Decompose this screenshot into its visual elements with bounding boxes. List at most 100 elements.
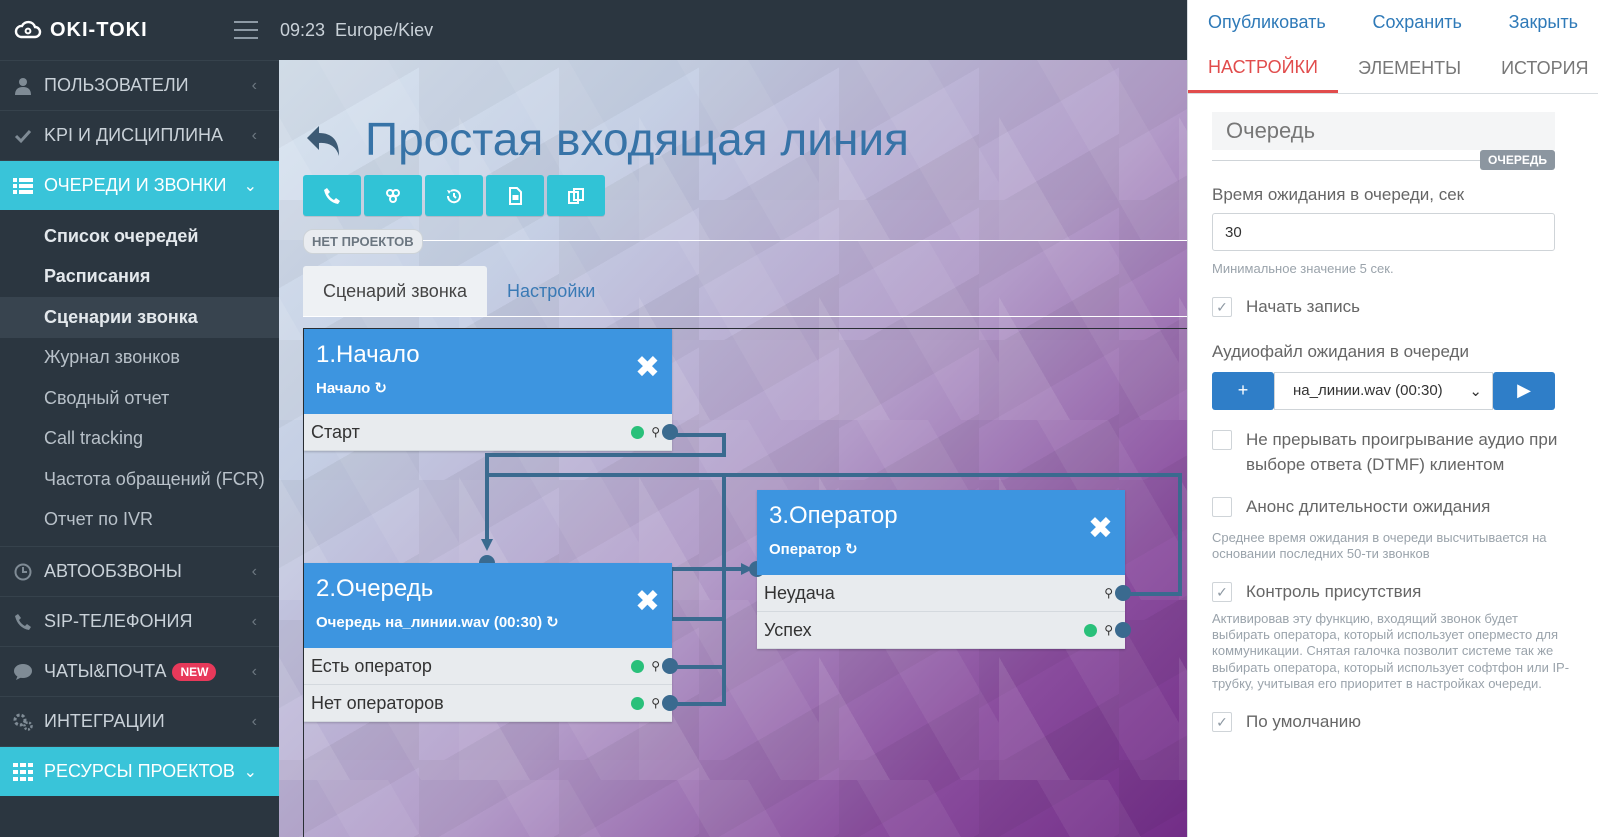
status-dot-icon: [631, 425, 644, 439]
announce-hint: Среднее время ожидания в очереди высчиты…: [1212, 529, 1547, 562]
panel-body: Очередь ОЧЕРЕДЬ Время ожидания в очереди…: [1188, 94, 1598, 735]
wait-time-label: Время ожидания в очереди, сек: [1212, 185, 1465, 204]
output-port[interactable]: [1115, 585, 1131, 601]
sidebar-item-kpi[interactable]: KPI И ДИСЦИПЛИНА ‹: [0, 110, 279, 160]
sidebar-subitem-summary-report[interactable]: Сводный отчет: [0, 378, 279, 419]
link-icon[interactable]: ⚲: [651, 425, 660, 439]
main-tabs: Сценарий звонка Настройки: [303, 266, 615, 316]
sidebar-subitem-call-scenarios[interactable]: Сценарии звонка: [0, 297, 279, 338]
node-operator[interactable]: 3.Оператор Оператор ↻ ✖ Неудача ⚲ Успех ⚲: [749, 490, 1131, 649]
presence-checkbox[interactable]: ✓: [1212, 582, 1232, 603]
brand-logo[interactable]: OKI-TOKI: [0, 19, 232, 42]
element-type-badge: ОЧЕРЕДЬ: [1480, 150, 1555, 170]
sidebar-item-chats[interactable]: ЧАТЫ&ПОЧТА NEW ‹: [0, 646, 279, 696]
grid-icon: [12, 761, 34, 783]
refresh-icon[interactable]: ↻: [845, 540, 858, 558]
sidebar-item-autodialer[interactable]: АВТООБЗВОНЫ ‹: [0, 546, 279, 596]
tab-settings-panel[interactable]: НАСТРОЙКИ: [1188, 44, 1338, 93]
export-button[interactable]: [486, 175, 544, 216]
tab-settings[interactable]: Настройки: [487, 266, 615, 316]
output-port[interactable]: [662, 658, 678, 674]
user-icon: [12, 75, 34, 97]
node-title: 3.Оператор: [769, 502, 898, 529]
tab-elements[interactable]: ЭЛЕМЕНТЫ: [1338, 44, 1481, 93]
link-icon[interactable]: ⚲: [651, 659, 660, 673]
sidebar-item-queues[interactable]: ОЧЕРЕДИ И ЗВОНКИ ⌄: [0, 160, 279, 210]
sidebar-subitem-queue-list[interactable]: Список очередей: [0, 216, 279, 257]
close-link[interactable]: Закрыть: [1509, 12, 1578, 33]
sidebar-item-integrations[interactable]: ИНТЕГРАЦИИ ‹: [0, 696, 279, 746]
link-icon[interactable]: ⚲: [1104, 623, 1113, 637]
link-icon[interactable]: ⚲: [651, 696, 660, 710]
element-name-input[interactable]: Очередь: [1212, 112, 1555, 150]
back-arrow-icon[interactable]: [303, 122, 343, 162]
users-icon: [386, 188, 400, 203]
publish-link[interactable]: Опубликовать: [1208, 12, 1326, 33]
clock: 09:23 Europe/Kiev: [280, 20, 433, 41]
node-queue[interactable]: 2.Очередь Очередь на_линии.wav (00:30) ↻ …: [304, 555, 678, 722]
node-subtitle: Начало ↻: [316, 379, 387, 398]
sidebar-subitem-call-log[interactable]: Журнал звонков: [0, 338, 279, 379]
node-output-row: Нет операторов ⚲: [304, 685, 678, 722]
sidebar-subitem-ivr-report[interactable]: Отчет по IVR: [0, 500, 279, 541]
output-port[interactable]: [1115, 622, 1131, 638]
record-checkbox[interactable]: ✓: [1212, 297, 1232, 318]
close-icon[interactable]: ✖: [1088, 514, 1113, 544]
sidebar-item-sip[interactable]: SIP-ТЕЛЕФОНИЯ ‹: [0, 596, 279, 646]
main-area: Простая входящая линия НЕТ ПРОЕКТОВ Сцен…: [279, 60, 1210, 837]
announce-checkbox-row[interactable]: Анонс длительности ожидания: [1212, 495, 1574, 520]
node-start[interactable]: 1.Начало Начало ↻ ✖ Старт ⚲: [304, 329, 678, 451]
default-checkbox-row[interactable]: ✓ По умолчанию: [1212, 710, 1574, 735]
sidebar-subitem-call-tracking[interactable]: Call tracking: [0, 419, 279, 460]
gears-icon: [12, 711, 34, 733]
refresh-icon[interactable]: ↻: [374, 379, 387, 397]
users-button[interactable]: [364, 175, 422, 216]
dtmf-checkbox-row[interactable]: Не прерывать проигрывание аудио при выбо…: [1212, 428, 1574, 477]
chevron-left-icon: ‹: [251, 126, 257, 144]
no-projects-badge[interactable]: НЕТ ПРОЕКТОВ: [303, 229, 423, 254]
tab-history[interactable]: ИСТОРИЯ: [1481, 44, 1598, 93]
scenario-canvas[interactable]: 1.Начало Начало ↻ ✖ Старт ⚲ 2.Очередь Оче…: [303, 328, 1210, 837]
node-subtitle: Оператор ↻: [769, 540, 858, 559]
call-button[interactable]: [303, 175, 361, 216]
node-title: 1.Начало: [316, 341, 420, 368]
save-link[interactable]: Сохранить: [1372, 12, 1461, 33]
sidebar-subitem-schedules[interactable]: Расписания: [0, 257, 279, 298]
presence-checkbox-row[interactable]: ✓ Контроль присутствия: [1212, 580, 1574, 605]
output-port[interactable]: [662, 424, 678, 440]
add-audio-button[interactable]: +: [1212, 371, 1274, 410]
default-checkbox[interactable]: ✓: [1212, 712, 1232, 733]
copy-button[interactable]: [547, 175, 605, 216]
sidebar-item-users[interactable]: ПОЛЬЗОВАТЕЛИ ‹: [0, 60, 279, 110]
dtmf-checkbox[interactable]: [1212, 429, 1232, 450]
close-icon[interactable]: ✖: [635, 353, 660, 383]
sidebar-subitem-fcr[interactable]: Частота обращений (FCR): [0, 459, 279, 500]
link-icon[interactable]: ⚲: [1104, 586, 1113, 600]
close-icon[interactable]: ✖: [635, 587, 660, 617]
clock-timezone: Europe/Kiev: [335, 19, 434, 40]
node-output-row: Неудача ⚲: [757, 575, 1131, 612]
chevron-left-icon: ‹: [251, 662, 257, 680]
panel-actions: Опубликовать Сохранить Закрыть: [1188, 0, 1598, 44]
checkbox-label: По умолчанию: [1246, 712, 1361, 732]
wait-time-input[interactable]: 30: [1212, 213, 1555, 251]
clock-icon: [12, 561, 34, 583]
output-port[interactable]: [662, 695, 678, 711]
menu-toggle-icon[interactable]: [234, 21, 258, 39]
status-dot-icon: [631, 659, 644, 673]
audio-select[interactable]: на_линии.wav (00:30) ⌄: [1274, 371, 1493, 410]
sidebar-submenu: Список очередей Расписания Сценарии звон…: [0, 210, 279, 546]
audio-label: Аудиофайл ожидания в очереди: [1212, 341, 1469, 361]
announce-checkbox[interactable]: [1212, 497, 1232, 518]
new-badge: NEW: [172, 662, 217, 681]
sidebar-item-project-resources[interactable]: РЕСУРСЫ ПРОЕКТОВ ⌄: [0, 746, 279, 796]
tab-call-scenario[interactable]: Сценарий звонка: [303, 266, 488, 316]
chevron-left-icon: ‹: [251, 612, 257, 630]
refresh-icon[interactable]: ↻: [546, 613, 559, 631]
status-dot-icon: [1084, 623, 1097, 637]
check-icon: [12, 125, 34, 147]
record-checkbox-row[interactable]: ✓ Начать запись: [1212, 295, 1574, 320]
history-button[interactable]: [425, 175, 483, 216]
play-audio-button[interactable]: ▶: [1493, 371, 1555, 410]
brand-name: OKI-TOKI: [50, 18, 148, 41]
